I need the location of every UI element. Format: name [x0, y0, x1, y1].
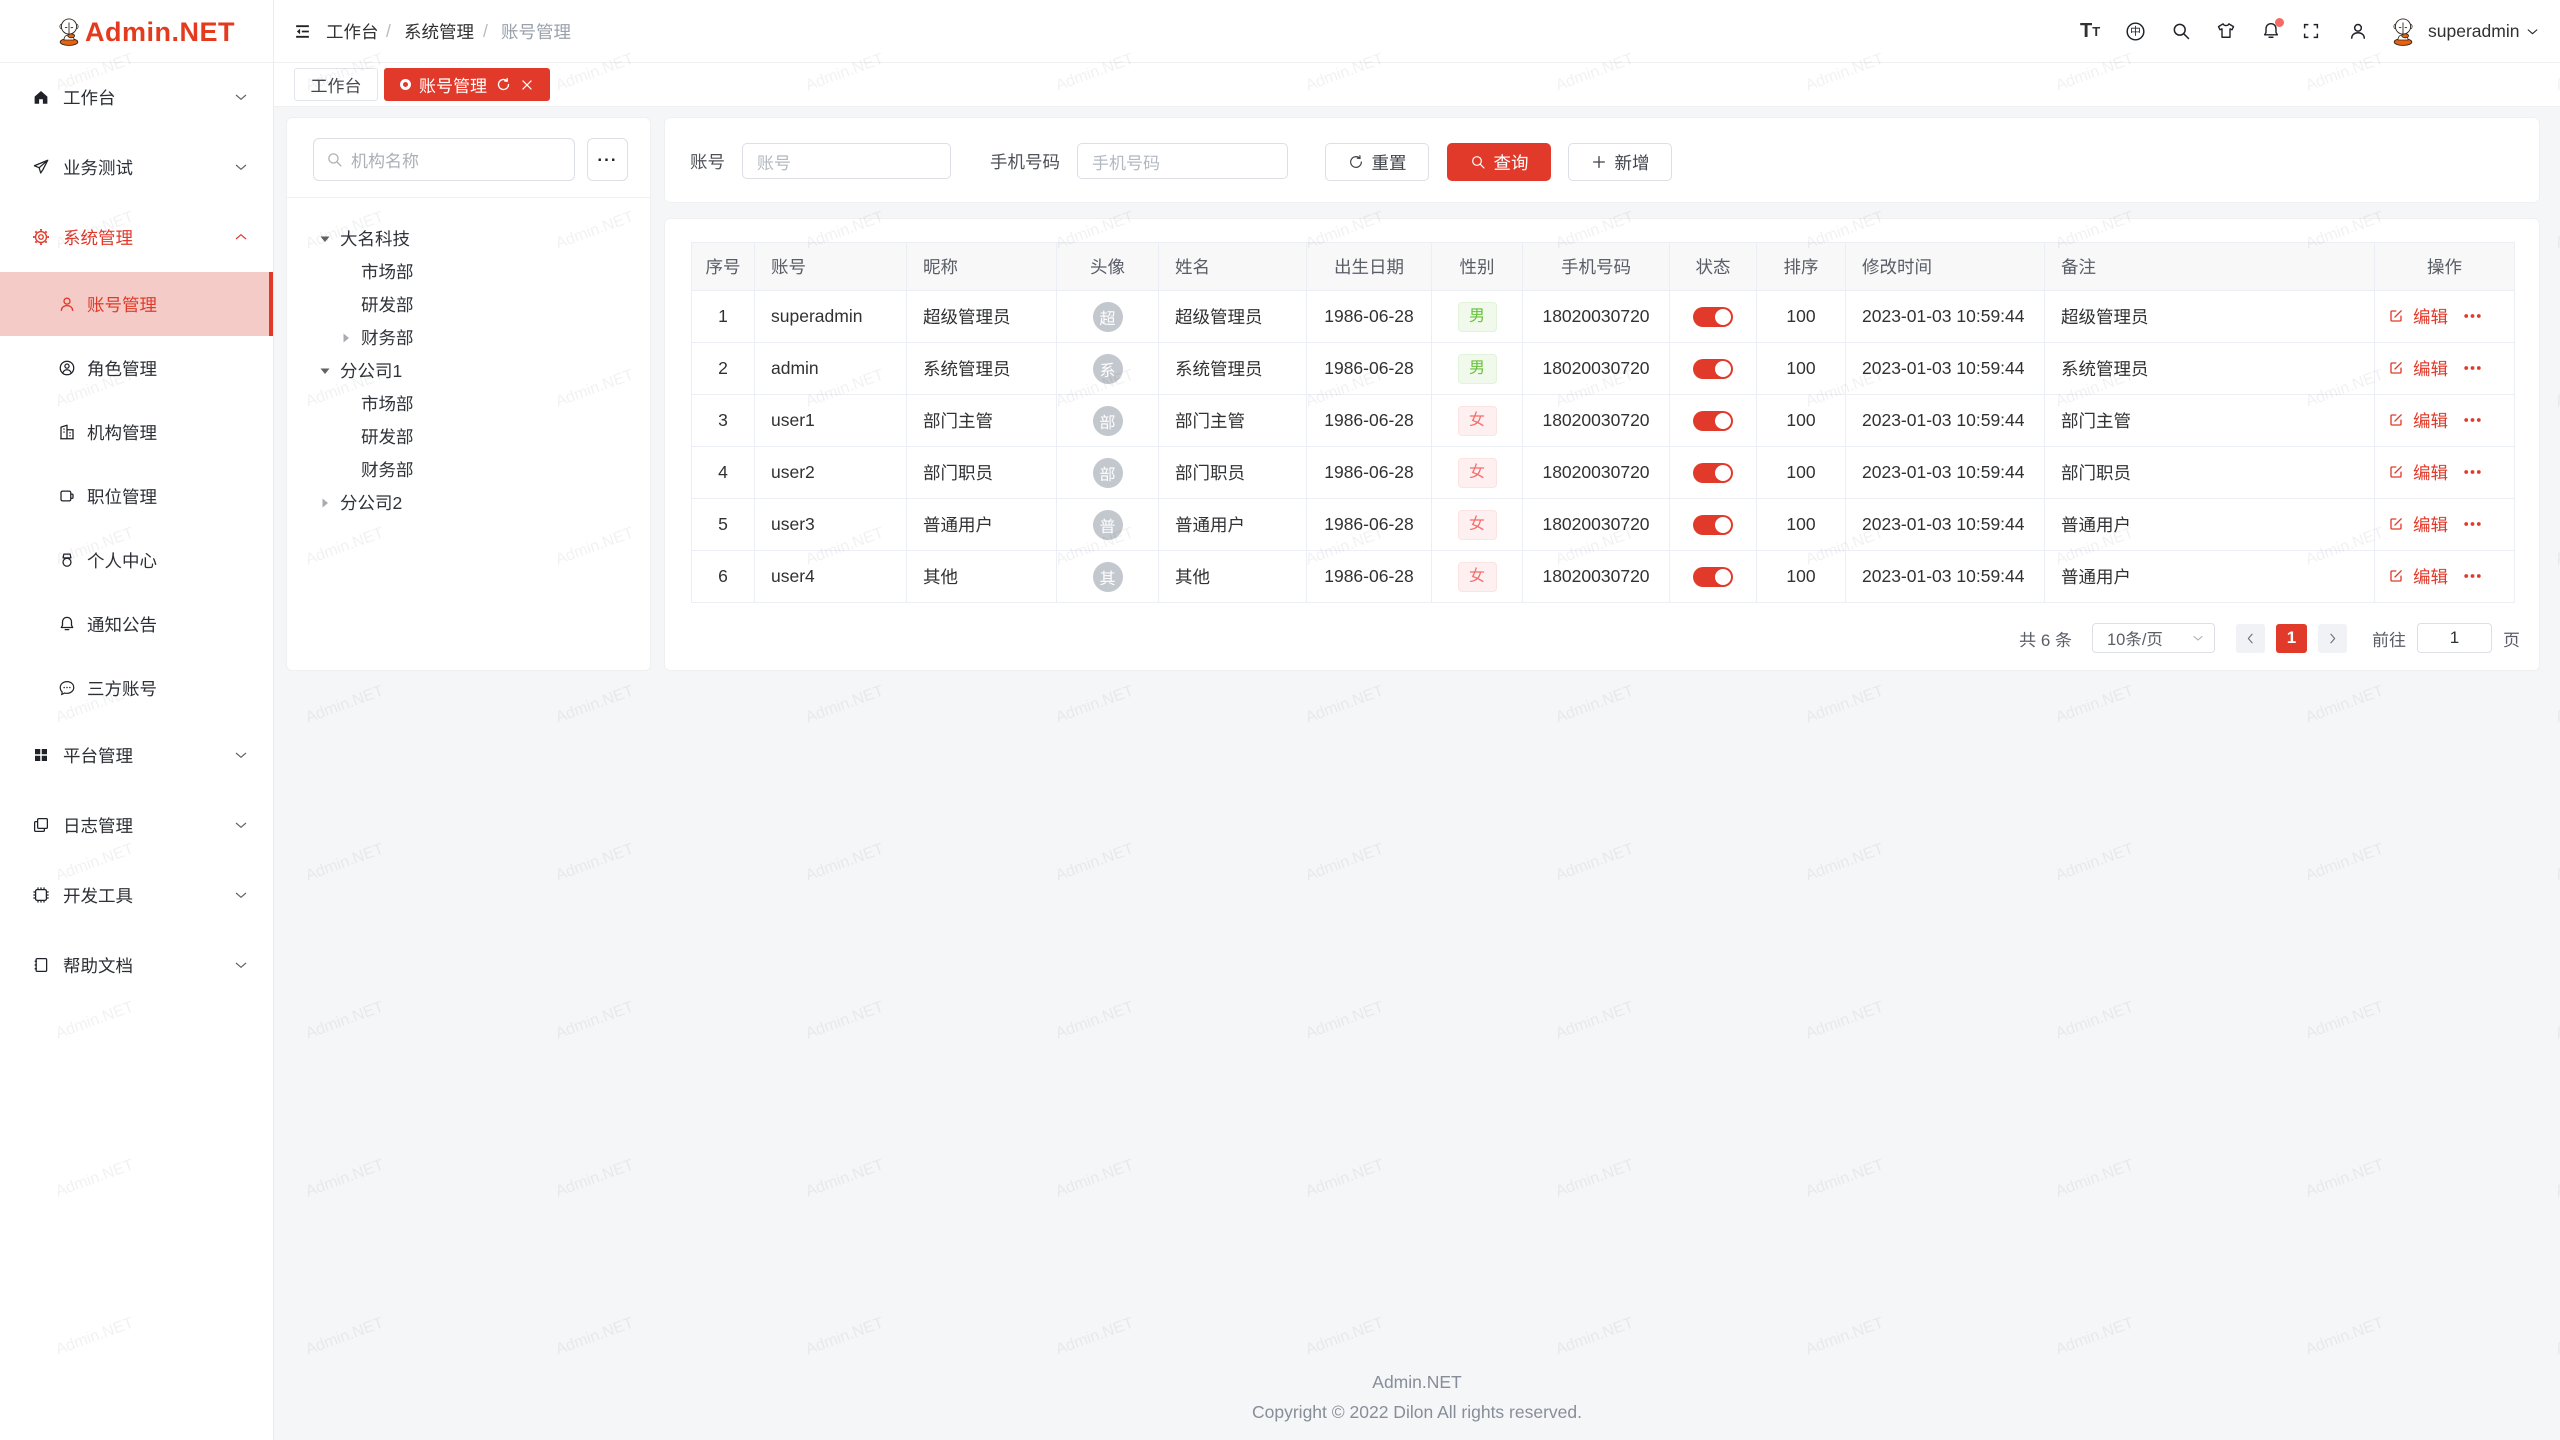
svg-text:中: 中 [2130, 23, 2141, 39]
